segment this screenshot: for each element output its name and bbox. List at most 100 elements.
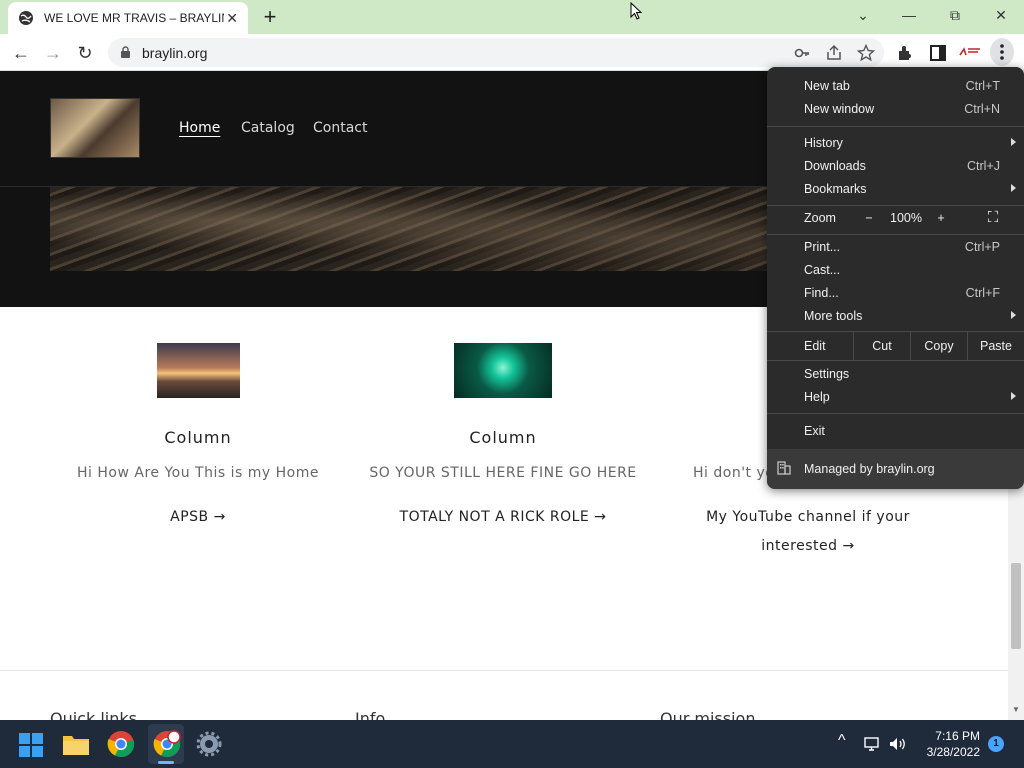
- active-app-indicator: [158, 761, 174, 764]
- tab-title: WE LOVE MR TRAVIS – BRAYLIN.C: [44, 11, 224, 25]
- menu-new-tab[interactable]: New tab Ctrl+T: [767, 75, 1024, 98]
- menu-new-window-label: New window: [804, 102, 875, 116]
- forward-button[interactable]: →: [40, 40, 66, 66]
- footer-our-mission: Our mission: [660, 709, 756, 720]
- youtube-link-line1[interactable]: My YouTube channel if your: [658, 503, 958, 532]
- rick-role-link[interactable]: TOTALY NOT A RICK ROLE →: [353, 503, 653, 532]
- menu-bookmarks[interactable]: Bookmarks: [767, 178, 1024, 201]
- file-explorer-icon[interactable]: [62, 732, 90, 756]
- column-3-text: Hi don't yo: [693, 465, 773, 481]
- menu-button[interactable]: [990, 38, 1014, 66]
- star-icon[interactable]: [856, 43, 876, 63]
- menu-new-window-shortcut: Ctrl+N: [964, 102, 1000, 116]
- menu-bookmarks-label: Bookmarks: [804, 182, 867, 196]
- tray-chevron-icon[interactable]: ^: [838, 732, 846, 750]
- nav-catalog[interactable]: Catalog: [241, 120, 295, 136]
- menu-history[interactable]: History: [767, 132, 1024, 155]
- lock-icon[interactable]: [120, 46, 131, 58]
- address-bar[interactable]: braylin.org: [108, 38, 884, 67]
- menu-more-tools[interactable]: More tools: [767, 305, 1024, 328]
- menu-downloads[interactable]: Downloads Ctrl+J: [767, 155, 1024, 178]
- clock-date: 3/28/2022: [926, 745, 980, 759]
- tab-search-icon[interactable]: ⌄: [848, 4, 878, 26]
- menu-find[interactable]: Find... Ctrl+F: [767, 282, 1024, 305]
- site-logo[interactable]: [50, 98, 140, 158]
- menu-downloads-label: Downloads: [804, 159, 866, 173]
- chrome-icon[interactable]: [107, 730, 135, 758]
- submenu-arrow-icon: [1011, 184, 1016, 192]
- chrome-menu: New tab Ctrl+T New window Ctrl+N History D…: [767, 67, 1024, 489]
- youtube-link-line2[interactable]: interested →: [658, 532, 958, 561]
- submenu-arrow-icon: [1011, 392, 1016, 400]
- menu-separator: [767, 360, 1024, 361]
- menu-edit-row: Edit Cut Copy Paste: [767, 332, 1024, 360]
- menu-zoom-row: Zoom − 100% + ⛶: [767, 206, 1024, 234]
- fullscreen-icon[interactable]: ⛶: [985, 209, 1001, 226]
- tab-strip: WE LOVE MR TRAVIS – BRAYLIN.C ✕ + ⌄ — ⧉ …: [0, 0, 1024, 34]
- profile-badge-icon[interactable]: [958, 45, 982, 59]
- browser-tab[interactable]: WE LOVE MR TRAVIS – BRAYLIN.C ✕: [8, 2, 248, 34]
- mouse-cursor-icon: [630, 2, 642, 20]
- settings-gear-icon[interactable]: [196, 731, 222, 757]
- clock-time: 7:16 PM: [935, 729, 980, 743]
- minimize-button[interactable]: —: [894, 4, 924, 26]
- active-chrome-profile-app[interactable]: [148, 724, 184, 764]
- column-1-title: Column: [164, 428, 232, 447]
- system-clock[interactable]: 7:16 PM 3/28/2022: [910, 728, 980, 760]
- share-icon[interactable]: [824, 43, 844, 63]
- menu-new-tab-shortcut: Ctrl+T: [965, 79, 1000, 93]
- back-button[interactable]: ←: [8, 40, 34, 66]
- key-icon[interactable]: [792, 43, 812, 63]
- menu-help-label: Help: [804, 390, 830, 404]
- network-icon[interactable]: [864, 736, 882, 752]
- zoom-out-button[interactable]: −: [863, 211, 875, 225]
- close-window-button[interactable]: ✕: [986, 4, 1016, 26]
- windows-start-icon[interactable]: [18, 732, 44, 758]
- url-text[interactable]: braylin.org: [142, 45, 207, 61]
- close-tab-icon[interactable]: ✕: [226, 10, 238, 26]
- menu-help[interactable]: Help: [767, 386, 1024, 409]
- globe-icon: [19, 11, 33, 25]
- footer-info: Info: [355, 709, 386, 720]
- scroll-thumb[interactable]: [1011, 563, 1021, 649]
- menu-settings[interactable]: Settings: [767, 363, 1024, 386]
- menu-print-shortcut: Ctrl+P: [964, 240, 1000, 254]
- nav-home[interactable]: Home: [179, 120, 220, 136]
- restore-button[interactable]: ⧉: [940, 4, 970, 26]
- submenu-arrow-icon: [1011, 311, 1016, 319]
- menu-cast[interactable]: Cast...: [767, 259, 1024, 282]
- zoom-level: 100%: [890, 211, 922, 225]
- menu-find-label: Find...: [804, 286, 839, 300]
- extensions-icon[interactable]: [896, 43, 916, 63]
- notification-badge[interactable]: 1: [988, 736, 1004, 752]
- menu-history-label: History: [804, 136, 843, 150]
- chrome-profile-icon: [153, 730, 181, 758]
- menu-downloads-shortcut: Ctrl+J: [967, 159, 1000, 173]
- new-tab-button[interactable]: +: [258, 6, 282, 28]
- reload-button[interactable]: ↻: [72, 40, 98, 66]
- menu-exit[interactable]: Exit: [767, 420, 1024, 443]
- menu-more-tools-label: More tools: [804, 309, 863, 323]
- scroll-down-arrow[interactable]: ▼: [1011, 705, 1021, 714]
- zoom-in-button[interactable]: +: [935, 211, 947, 225]
- cut-button[interactable]: Cut: [853, 332, 910, 360]
- menu-print[interactable]: Print... Ctrl+P: [767, 236, 1024, 259]
- menu-managed-by[interactable]: Managed by braylin.org: [767, 449, 1024, 489]
- menu-edit-label: Edit: [804, 339, 826, 353]
- menu-new-window[interactable]: New window Ctrl+N: [767, 98, 1024, 121]
- menu-find-shortcut: Ctrl+F: [965, 286, 1000, 300]
- submenu-arrow-icon: [1011, 138, 1016, 146]
- apsb-link[interactable]: APSB →: [98, 503, 298, 532]
- menu-cast-label: Cast...: [804, 263, 841, 277]
- menu-exit-label: Exit: [804, 424, 825, 438]
- volume-icon[interactable]: [888, 736, 908, 752]
- menu-zoom-label: Zoom: [804, 211, 836, 225]
- kebab-menu-icon: [1000, 44, 1004, 60]
- building-icon: [777, 461, 791, 475]
- nav-contact[interactable]: Contact: [313, 120, 367, 136]
- column-2-title: Column: [469, 428, 537, 447]
- side-panel-icon[interactable]: [928, 43, 948, 63]
- paste-button[interactable]: Paste: [967, 332, 1024, 360]
- windows-taskbar: ^ 7:16 PM 3/28/2022 1: [0, 720, 1024, 768]
- copy-button[interactable]: Copy: [910, 332, 967, 360]
